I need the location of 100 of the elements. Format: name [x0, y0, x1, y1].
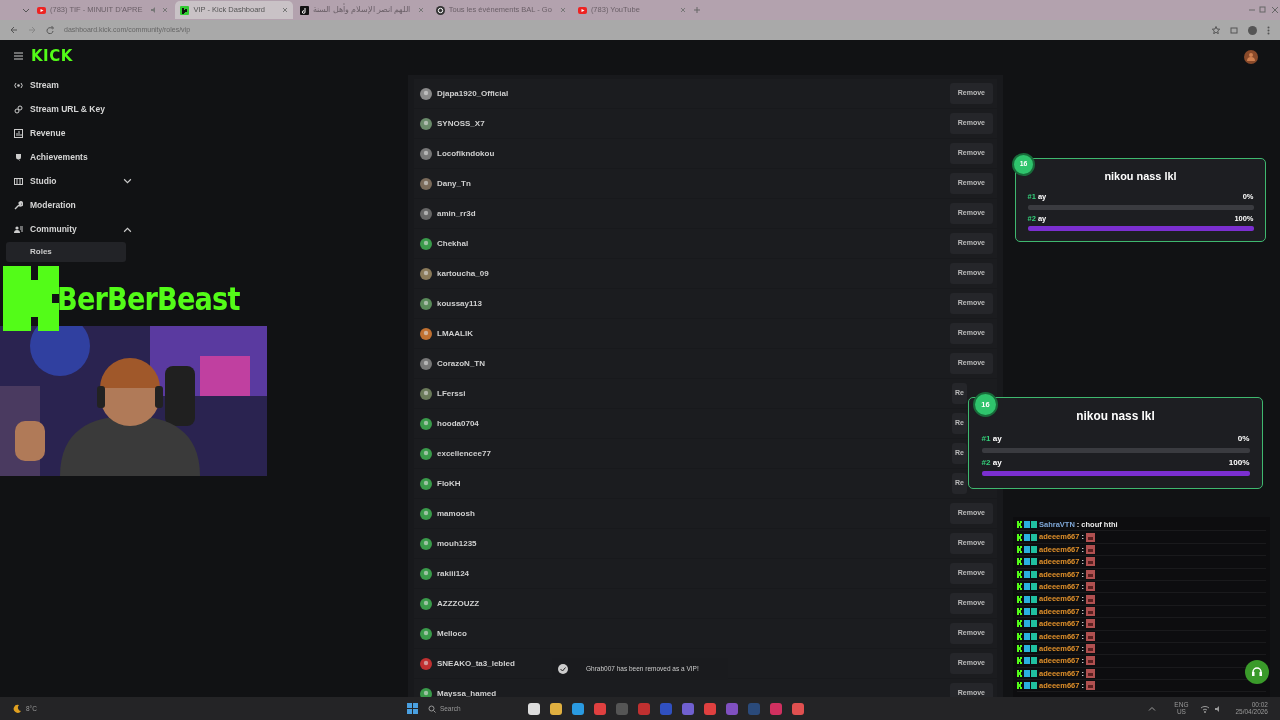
sidebar-item[interactable]: Community [0, 217, 140, 242]
sidebar-item[interactable]: Studio [0, 169, 140, 194]
sidebar-item[interactable]: Moderation [0, 193, 140, 218]
avatar-icon [420, 687, 432, 697]
back-icon[interactable] [10, 26, 18, 34]
kick-logo[interactable]: KICK [31, 45, 73, 68]
username: FloKH [437, 477, 461, 490]
username: Dany_Tn [437, 177, 471, 190]
reload-icon[interactable] [46, 26, 54, 34]
kick-logo-icon [180, 5, 190, 15]
close-icon[interactable] [282, 7, 289, 13]
close-icon[interactable] [162, 7, 169, 13]
profile-avatar-icon[interactable] [1244, 50, 1258, 64]
badges-icon [1017, 595, 1037, 603]
extensions-icon[interactable] [1230, 26, 1238, 34]
emote-icon [1085, 644, 1095, 654]
username: AZZZOUZZ [437, 597, 480, 610]
username: koussay113 [437, 297, 482, 310]
username: LMAALIK [437, 327, 473, 340]
youtube-icon [37, 5, 46, 15]
trophy-icon [14, 153, 23, 162]
username: excellencee77 [437, 447, 491, 460]
badges-icon [1017, 570, 1037, 578]
sidebar-item[interactable]: Revenue [0, 121, 140, 146]
close-icon[interactable] [1270, 6, 1280, 14]
emote-icon [1085, 544, 1095, 554]
close-icon[interactable] [679, 7, 686, 13]
username: Chekhal [437, 237, 469, 250]
avatar-icon [420, 237, 432, 250]
emote-icon [1085, 656, 1095, 666]
check-icon [558, 664, 568, 674]
badges-icon [1017, 607, 1037, 615]
username: CorazoN_TN [437, 357, 485, 370]
note-icon [300, 5, 310, 15]
badges-icon [1017, 657, 1037, 665]
star-icon[interactable] [1212, 26, 1220, 34]
menu-icon[interactable] [1267, 25, 1270, 35]
username: mouh1235 [437, 537, 477, 550]
sidebar-item[interactable]: Achievements [0, 145, 140, 170]
avatar-icon [420, 267, 432, 280]
search-icon [427, 704, 436, 713]
avatar-icon [420, 117, 432, 130]
badges-icon [1017, 533, 1037, 541]
badges-icon [1017, 583, 1037, 591]
sidebar-subitem[interactable]: Roles [6, 241, 126, 262]
windows-icon[interactable] [406, 703, 418, 714]
avatar-icon [420, 567, 432, 580]
sidebar-item[interactable]: Stream URL & Key [0, 97, 140, 122]
username: LFerssi [437, 387, 466, 400]
badges-icon [1017, 521, 1037, 529]
menu-icon[interactable] [14, 52, 23, 61]
chart-icon [14, 129, 23, 138]
poll-question: nikou nass lkl [1103, 169, 1178, 185]
poll-option: #1 ay [981, 433, 1002, 446]
profile-icon[interactable] [1248, 25, 1257, 35]
youtube-icon [577, 5, 587, 15]
channel-name: BerBerBeast [57, 278, 240, 320]
poll-percent: 100% [1228, 456, 1250, 469]
avatar-icon [420, 327, 432, 340]
minimize-icon[interactable] [1248, 6, 1256, 14]
emote-icon [1085, 569, 1095, 579]
avatar-icon [420, 357, 432, 370]
username: Melloco [437, 627, 467, 640]
broadcast-icon [14, 81, 23, 90]
avatar-icon [420, 147, 432, 160]
app-icon[interactable] [681, 702, 694, 715]
emote-icon [1085, 582, 1095, 592]
emote-icon [1085, 557, 1095, 567]
avatar-icon [420, 207, 432, 220]
app-icon[interactable] [615, 702, 628, 715]
avatar-icon [420, 87, 432, 100]
badges-icon [1017, 645, 1037, 653]
emote-icon [1085, 681, 1095, 691]
avatar-icon [420, 537, 432, 550]
film-icon [14, 177, 23, 186]
wifi-icon [1200, 704, 1211, 713]
app-icon[interactable] [659, 702, 672, 715]
emote-icon [1085, 532, 1095, 542]
username: Djapa1920_Official [437, 87, 509, 100]
people-icon [14, 225, 23, 234]
app-icon[interactable] [725, 702, 738, 715]
username: Mayssa_hamed [437, 687, 497, 697]
sidebar-item[interactable]: Stream [0, 73, 140, 98]
close-icon[interactable] [559, 7, 566, 13]
app-icon[interactable] [637, 702, 650, 715]
new-tab-icon[interactable] [692, 6, 701, 14]
tab-list-icon[interactable] [22, 6, 30, 14]
chevron-up-icon[interactable] [1148, 706, 1157, 711]
username: amin_rr3d [437, 207, 476, 220]
badges-icon [1017, 545, 1037, 553]
emote-icon [1085, 606, 1095, 616]
forward-icon[interactable] [28, 26, 36, 34]
username: kartoucha_09 [437, 267, 489, 280]
emote-icon [1085, 619, 1095, 629]
badges-icon [1017, 682, 1037, 690]
avatar-icon [420, 447, 432, 460]
badges-icon [1017, 620, 1037, 628]
avatar-icon [420, 297, 432, 310]
close-icon[interactable] [417, 7, 424, 13]
maximize-icon[interactable] [1258, 6, 1268, 14]
